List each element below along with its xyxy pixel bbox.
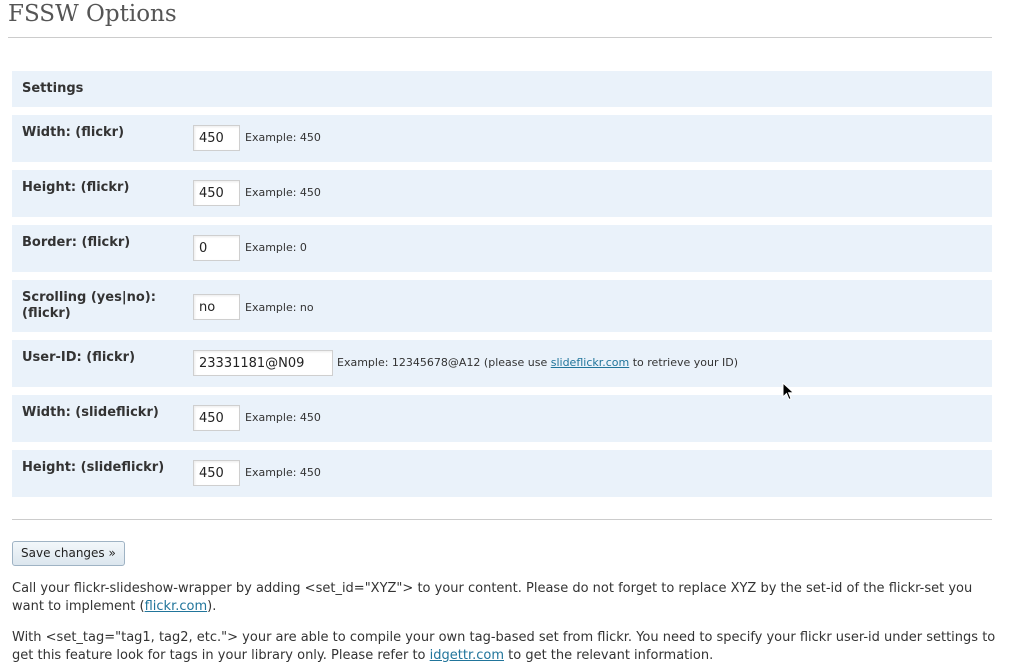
setting-row-height-flickr: Height: (flickr) Example: 450 [12, 170, 992, 217]
set-id-instructions-end: ). [207, 599, 217, 614]
userid-hint-after: to retrieve your ID) [629, 356, 738, 369]
settings-header-row: Settings [12, 71, 992, 107]
set-tag-instructions: With <set_tag="tag1, tag2, etc."> your a… [12, 629, 996, 665]
border-flickr-hint: Example: 0 [245, 241, 307, 254]
border-flickr-input[interactable] [193, 235, 240, 261]
height-slideflickr-label: Height: (slideflickr) [22, 460, 165, 475]
userid-flickr-input[interactable] [193, 350, 333, 376]
height-slideflickr-hint: Example: 450 [245, 466, 321, 479]
slideflickr-link[interactable]: slideflickr.com [551, 356, 630, 369]
save-changes-button[interactable]: Save changes » [12, 541, 125, 566]
height-flickr-input[interactable] [193, 180, 240, 206]
page-title: FSSW Options [8, 1, 177, 27]
scrolling-flickr-label-line1: Scrolling (yes|no): [22, 290, 156, 305]
width-flickr-input[interactable] [193, 125, 240, 151]
userid-flickr-hint: Example: 12345678@A12 (please use slidef… [337, 356, 738, 369]
setting-row-border-flickr: Border: (flickr) Example: 0 [12, 225, 992, 272]
border-flickr-label: Border: (flickr) [22, 235, 131, 250]
setting-row-userid-flickr: User-ID: (flickr) Example: 12345678@A12 … [12, 340, 992, 387]
width-slideflickr-label: Width: (slideflickr) [22, 405, 159, 420]
title-divider [8, 37, 992, 38]
flickr-link[interactable]: flickr.com [145, 599, 208, 614]
width-flickr-label: Width: (flickr) [22, 125, 125, 140]
setting-row-height-slideflickr: Height: (slideflickr) Example: 450 [12, 450, 992, 497]
width-slideflickr-hint: Example: 450 [245, 411, 321, 424]
userid-flickr-label: User-ID: (flickr) [22, 350, 136, 365]
width-flickr-hint: Example: 450 [245, 131, 321, 144]
scrolling-flickr-hint: Example: no [245, 301, 314, 314]
mouse-pointer-icon [782, 382, 795, 401]
scrolling-flickr-input[interactable] [193, 294, 240, 320]
userid-hint-before: Example: 12345678@A12 (please use [337, 356, 551, 369]
set-tag-instructions-end: to get the relevant information. [504, 648, 714, 663]
scrolling-flickr-label-line2: (flickr) [22, 306, 71, 321]
form-divider [12, 519, 992, 520]
scrolling-flickr-label: Scrolling (yes|no): (flickr) [22, 290, 156, 322]
settings-heading: Settings [22, 81, 84, 96]
setting-row-width-flickr: Width: (flickr) Example: 450 [12, 115, 992, 162]
set-id-instructions: Call your flickr-slideshow-wrapper by ad… [12, 580, 996, 616]
height-flickr-label: Height: (flickr) [22, 180, 130, 195]
setting-row-scrolling-flickr: Scrolling (yes|no): (flickr) Example: no [12, 280, 992, 332]
idgettr-link[interactable]: idgettr.com [430, 648, 504, 663]
height-flickr-hint: Example: 450 [245, 186, 321, 199]
setting-row-width-slideflickr: Width: (slideflickr) Example: 450 [12, 395, 992, 442]
height-slideflickr-input[interactable] [193, 460, 240, 486]
width-slideflickr-input[interactable] [193, 405, 240, 431]
